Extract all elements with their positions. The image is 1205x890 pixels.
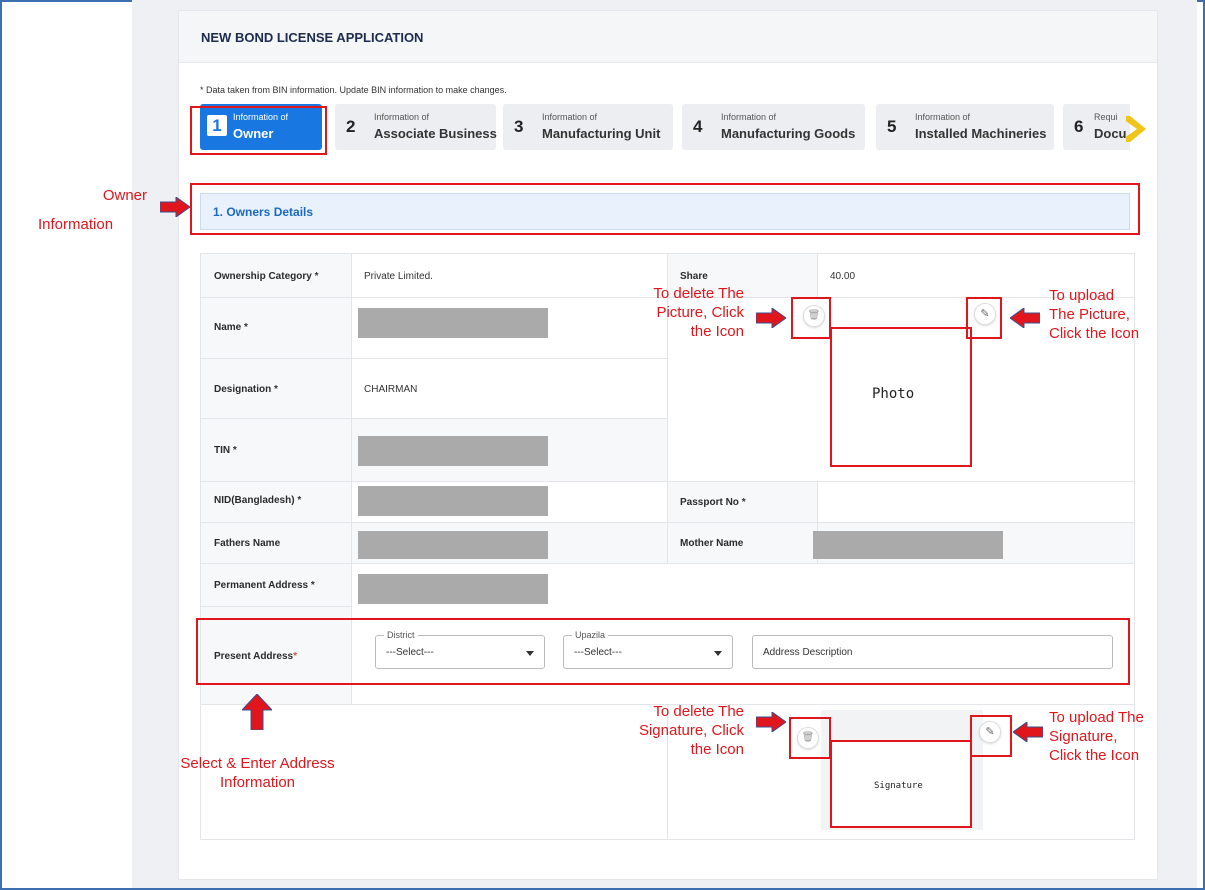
delete-photo-highlight	[791, 297, 831, 339]
signature-label: Signature	[874, 781, 923, 791]
step-big-label: Manufacturing Unit	[542, 126, 661, 141]
upload-photo-highlight	[966, 297, 1002, 339]
passport-label: Passport No *	[680, 497, 746, 508]
arrow-right-icon	[756, 712, 786, 732]
arrow-right-icon	[756, 308, 786, 328]
nid-label: NID(Bangladesh) *	[214, 495, 302, 506]
upload-signature-annotation: To upload The Signature, Click the Icon	[1049, 709, 1144, 764]
col-divider	[817, 254, 818, 297]
step-owner-highlight	[190, 106, 327, 155]
arrow-right-icon	[160, 197, 190, 217]
delete-signature-annotation: To delete The Signature, Click the Icon	[638, 703, 744, 758]
arrow-up-icon	[242, 694, 272, 730]
owner-info-annotation: Owner	[102, 187, 147, 204]
name-label: Name *	[214, 322, 248, 333]
card-header: NEW BOND LICENSE APPLICATION	[179, 11, 1157, 63]
row-divider	[201, 358, 667, 359]
step-tab-manufacturing-goods[interactable]: 4 Information of Manufacturing Goods	[682, 104, 865, 150]
arrow-left-icon	[1013, 722, 1043, 742]
step-number: 3	[514, 117, 524, 136]
fathers-name-redacted	[358, 531, 548, 559]
designation-label: Designation *	[214, 384, 278, 395]
ownership-category-value: Private Limited.	[364, 271, 433, 282]
tin-value-redacted	[358, 436, 548, 466]
step-small-label: Information of	[915, 112, 971, 122]
arrow-left-icon	[1010, 308, 1040, 328]
step-tab-associate-business[interactable]: 2 Information of Associate Business	[335, 104, 497, 150]
ownership-category-label: Ownership Category *	[214, 271, 319, 282]
step-big-label: Docu	[1094, 126, 1127, 141]
bin-note: * Data taken from BIN information. Updat…	[200, 85, 507, 95]
signature-preview: Signature	[830, 740, 972, 828]
owner-info-annotation-line2: Information	[38, 216, 114, 233]
upload-signature-highlight	[970, 715, 1012, 757]
address-info-annotation: Select & Enter Address Information	[180, 755, 335, 791]
photo-preview: Photo	[830, 327, 972, 467]
designation-value: CHAIRMAN	[364, 384, 418, 395]
tin-label: TIN *	[214, 445, 237, 456]
photo-label: Photo	[872, 386, 915, 402]
step-small-label: Information of	[542, 112, 598, 122]
delete-picture-annotation: To delete The Picture, Click the Icon	[653, 285, 744, 340]
owners-details-highlight	[190, 183, 1140, 235]
step-small-label: Information of	[721, 112, 777, 122]
row-divider	[201, 563, 1134, 564]
row-divider	[201, 606, 351, 607]
step-number: 5	[887, 117, 897, 136]
upload-picture-annotation: To upload The Picture, Click the Icon	[1049, 287, 1140, 342]
name-value-redacted	[358, 308, 548, 338]
row-divider	[201, 481, 1134, 482]
share-value: 40.00	[830, 271, 856, 282]
step-number: 4	[693, 117, 703, 136]
page-title: NEW BOND LICENSE APPLICATION	[201, 30, 424, 45]
step-tab-documents[interactable]: 6 Requi Docu	[1063, 104, 1130, 150]
step-small-label: Information of	[374, 112, 430, 122]
present-address-highlight	[196, 618, 1130, 685]
mother-name-label: Mother Name	[680, 538, 744, 549]
step-tab-manufacturing-unit[interactable]: 3 Information of Manufacturing Unit	[503, 104, 673, 150]
fathers-name-label: Fathers Name	[214, 538, 281, 549]
step-number: 2	[346, 117, 356, 136]
permanent-address-redacted	[358, 574, 548, 604]
nid-value-redacted	[358, 486, 548, 516]
step-big-label: Manufacturing Goods	[721, 126, 856, 141]
share-label: Share	[680, 271, 708, 282]
mother-name-redacted	[813, 531, 1003, 559]
step-tab-installed-machineries[interactable]: 5 Information of Installed Machineries	[876, 104, 1054, 150]
step-small-label: Requi	[1094, 112, 1118, 122]
step-big-label: Installed Machineries	[915, 126, 1047, 141]
step-tabs: 1 Information of Owner 2 Information of …	[200, 104, 1130, 150]
permanent-address-label: Permanent Address *	[214, 580, 315, 591]
step-big-label: Associate Business	[374, 126, 497, 141]
row-divider	[201, 418, 667, 419]
step-number: 6	[1074, 117, 1084, 136]
delete-signature-highlight	[789, 717, 831, 759]
row-divider	[201, 522, 1134, 523]
